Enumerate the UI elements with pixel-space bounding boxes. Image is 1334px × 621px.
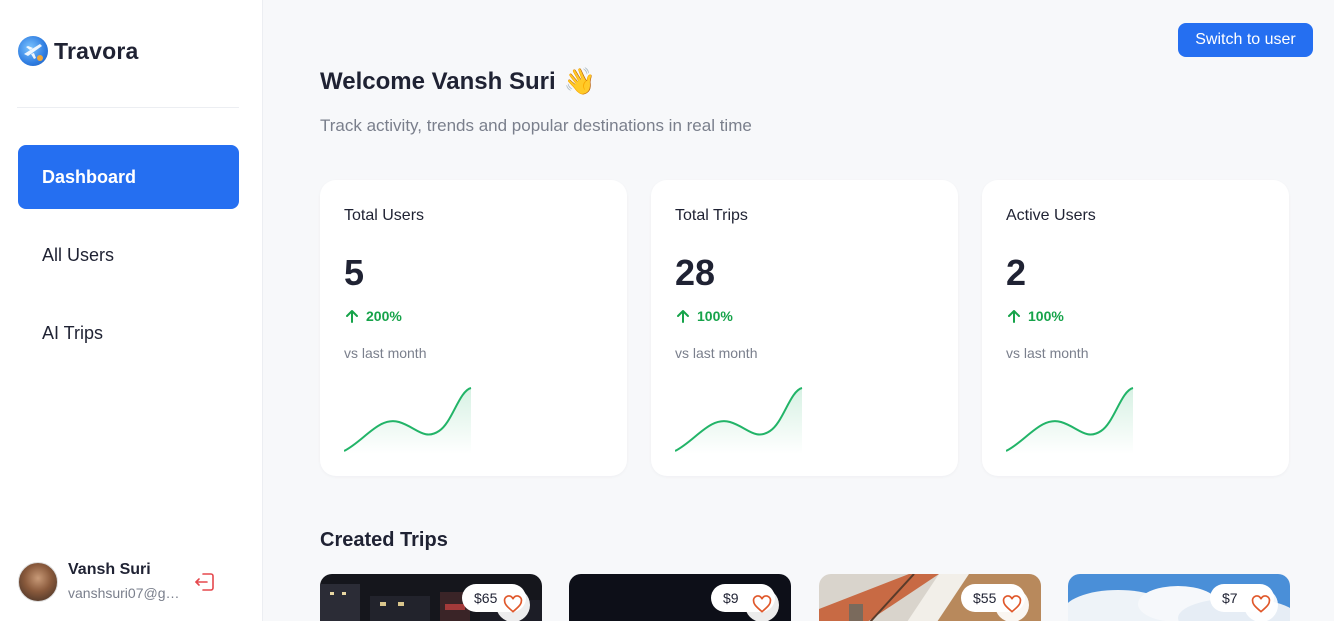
waving-hand-icon: 👋: [563, 66, 597, 96]
stat-change: 100%: [1006, 308, 1064, 324]
trip-card[interactable]: $7: [1068, 574, 1290, 621]
stat-value: 2: [1006, 252, 1027, 293]
stat-change: 100%: [675, 308, 733, 324]
arrow-up-icon: [677, 310, 689, 323]
trip-card[interactable]: $9: [569, 574, 791, 621]
sparkline-chart: [344, 387, 472, 454]
heart-icon: [503, 595, 523, 613]
stat-label: Total Trips: [675, 207, 748, 224]
sparkline-chart: [675, 387, 803, 454]
welcome-text: Welcome Vansh Suri: [320, 67, 556, 95]
avatar[interactable]: [18, 561, 58, 602]
stat-card-total-users: Total Users 5 200% vs last month: [320, 180, 627, 476]
stat-change-value: 200%: [366, 308, 402, 324]
sidebar-item-label: All Users: [42, 244, 115, 265]
sidebar-divider: [17, 107, 239, 108]
brand[interactable]: Travora: [18, 36, 139, 66]
sparkline-chart: [1006, 387, 1134, 454]
favorite-button[interactable]: [995, 588, 1029, 621]
user-profile: Vansh Suri vanshsuri07@g…: [18, 560, 214, 603]
globe-airplane-icon: [18, 36, 48, 66]
sidebar-item-ai-trips[interactable]: AI Trips: [18, 301, 239, 365]
heart-icon: [1251, 595, 1271, 613]
arrow-up-icon: [346, 310, 358, 323]
brand-name: Travora: [54, 37, 139, 64]
trip-price: $65: [474, 590, 498, 606]
stat-card-total-trips: Total Trips 28 100% vs last month: [651, 180, 958, 476]
heart-icon: [752, 595, 772, 613]
stat-change-value: 100%: [697, 308, 733, 324]
stat-comparison: vs last month: [1006, 345, 1089, 361]
user-name: Vansh Suri: [68, 561, 151, 578]
heart-icon: [1002, 595, 1022, 613]
sidebar-item-all-users[interactable]: All Users: [18, 223, 239, 287]
user-email: vanshsuri07@g…: [68, 585, 180, 601]
stat-comparison: vs last month: [344, 345, 427, 361]
trip-price: $9: [723, 590, 739, 606]
page-subtitle: Track activity, trends and popular desti…: [320, 116, 752, 135]
sidebar-item-label: AI Trips: [42, 322, 104, 343]
trip-price: $55: [973, 590, 997, 606]
trip-price: $7: [1222, 590, 1238, 606]
created-trips-title: Created Trips: [320, 529, 448, 551]
sidebar-item-label: Dashboard: [42, 166, 137, 187]
stat-label: Total Users: [344, 207, 425, 224]
stat-change-value: 100%: [1028, 308, 1064, 324]
trip-card[interactable]: $65: [320, 574, 542, 621]
trip-card[interactable]: $55: [819, 574, 1041, 621]
stat-label: Active Users: [1006, 207, 1096, 224]
favorite-button[interactable]: [1244, 588, 1278, 621]
stat-comparison: vs last month: [675, 345, 758, 361]
sidebar-item-dashboard[interactable]: Dashboard: [18, 145, 239, 209]
logout-icon[interactable]: [193, 570, 217, 594]
stat-value: 28: [675, 252, 716, 293]
favorite-button[interactable]: [496, 588, 530, 621]
favorite-button[interactable]: [745, 588, 779, 621]
page-title: Welcome Vansh Suri 👋: [320, 66, 596, 97]
arrow-up-icon: [1008, 310, 1020, 323]
stat-change: 200%: [344, 308, 402, 324]
stat-value: 5: [344, 252, 365, 293]
sidebar: Travora Dashboard All Users AI Trips Van…: [0, 0, 263, 621]
stat-card-active-users: Active Users 2 100% vs last month: [982, 180, 1289, 476]
switch-to-user-button[interactable]: Switch to user: [1178, 23, 1313, 57]
